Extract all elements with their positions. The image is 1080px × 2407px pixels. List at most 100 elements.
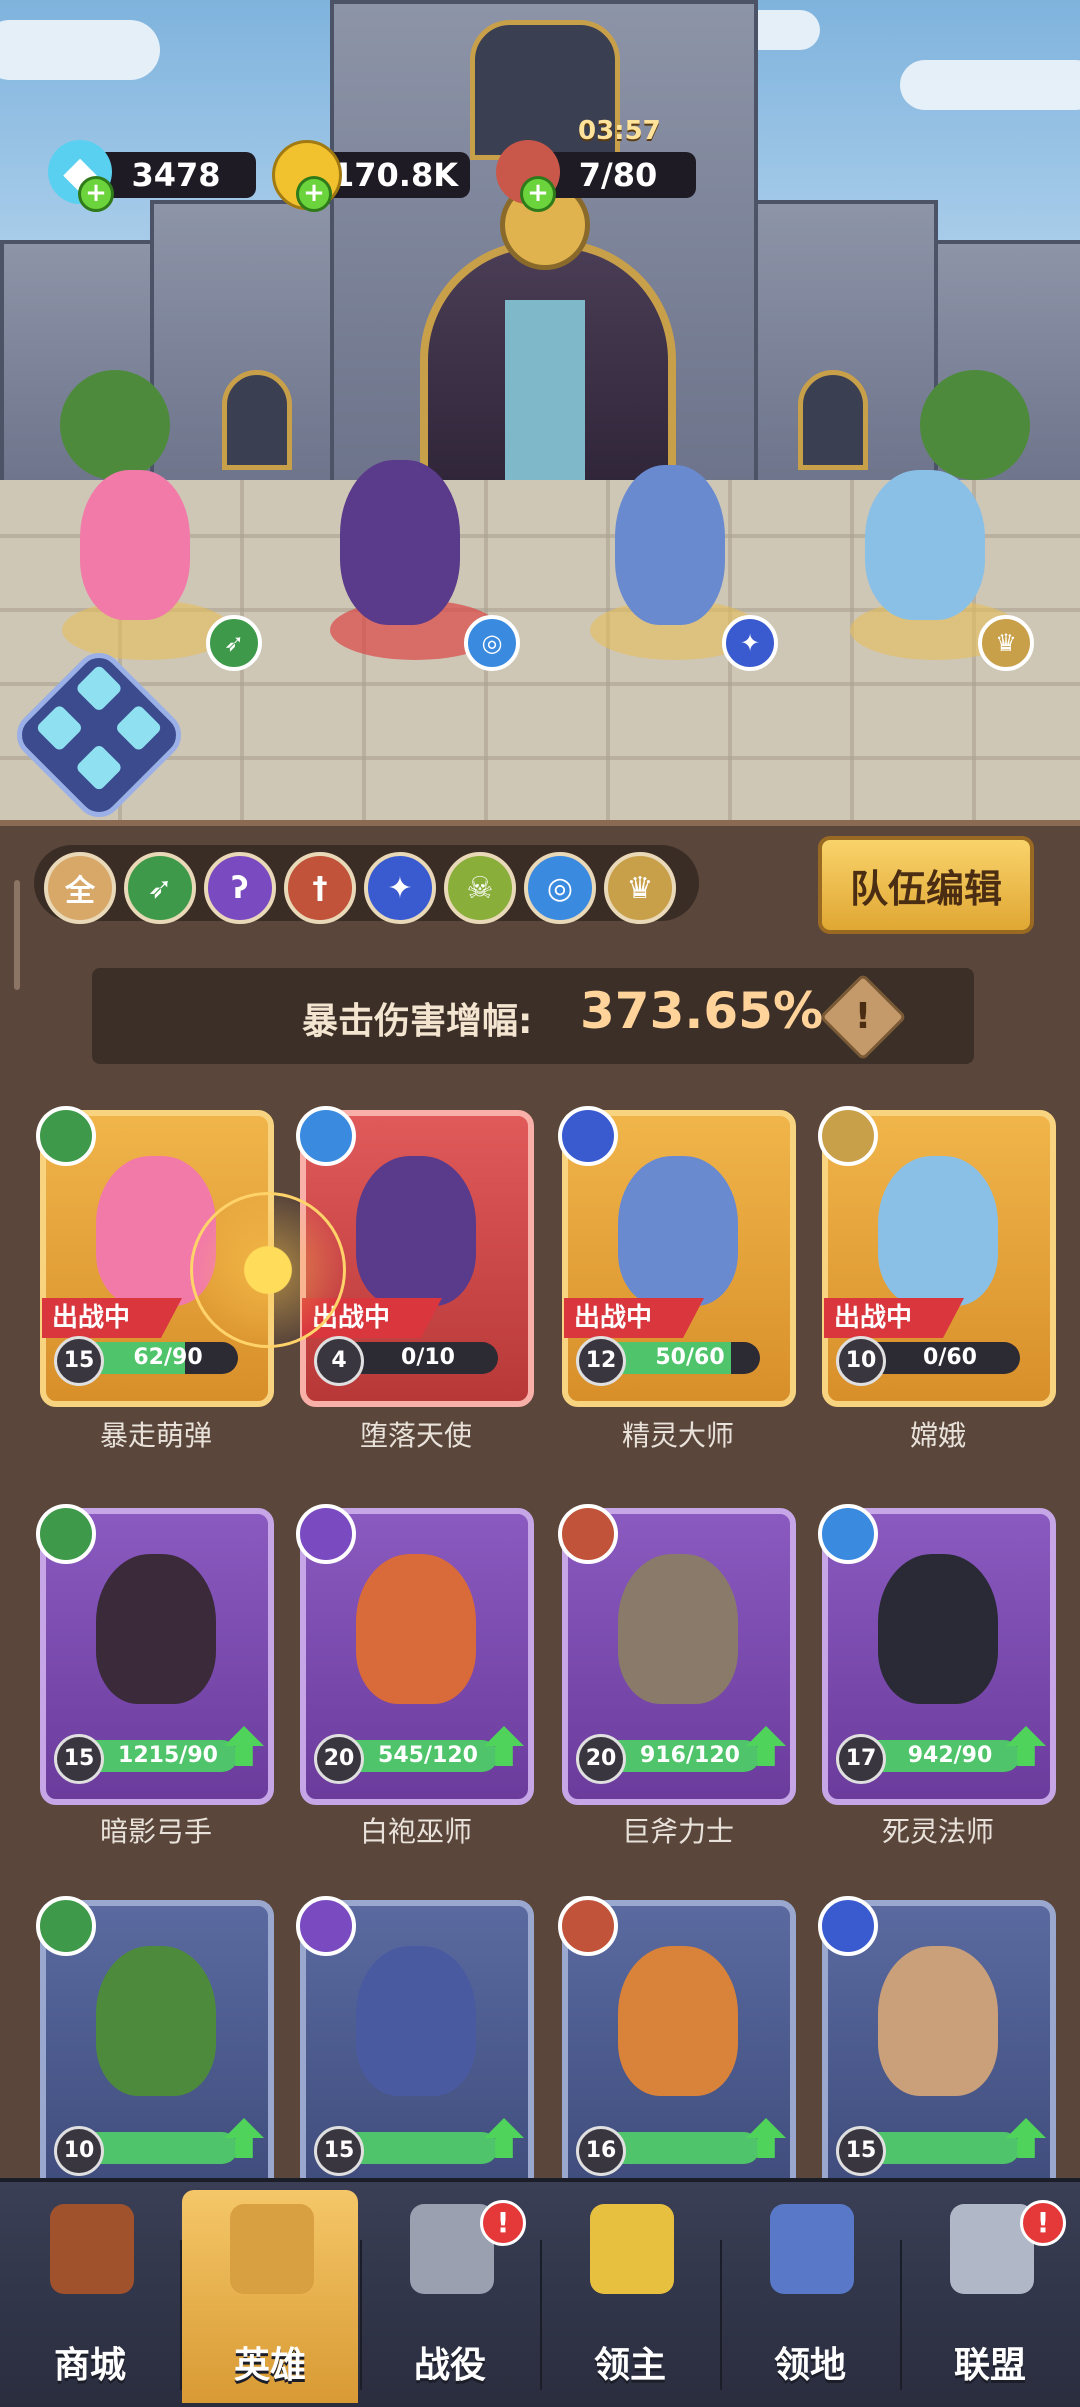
nav-item-castle[interactable]: 领地 [722,2190,898,2403]
nav-item-shop-chest[interactable]: 商城 [2,2190,178,2403]
nav-label: 战役 [413,2345,486,2386]
hero-portrait [878,1946,998,2096]
hero-stage-figure[interactable] [865,470,985,620]
hero-card[interactable]: 942/90 17 [818,1504,1056,1805]
nav-item-lord-crown[interactable]: 领主 [542,2190,718,2403]
hero-card[interactable]: 1215/90 15 [36,1504,274,1805]
filter-staff-icon[interactable]: ʔ [204,852,276,924]
crit-bonus-value: 373.65% [580,982,824,1040]
hero-stage-figure[interactable] [340,460,460,625]
filter-skull-icon[interactable]: ☠ [444,852,516,924]
paw-icon: ✦ [722,615,778,671]
add-gems-button[interactable]: + [78,176,114,212]
hero-cards-icon [230,2204,314,2294]
stamina-value: 7/80 [578,156,658,194]
filter-paw-icon[interactable]: ✦ [364,852,436,924]
hero-name: 暗影弓手 [99,1815,212,1848]
hero-level-badge: 17 [836,1734,886,1784]
team-edit-button[interactable]: 队伍编辑 [818,836,1034,934]
hero-level-badge: 20 [314,1734,364,1784]
hero-portrait [96,1946,216,2096]
hero-portrait [618,1946,738,2096]
nav-item-knight-helmet[interactable]: 联盟! [902,2190,1078,2403]
hero-name: 白袍巫师 [359,1815,472,1848]
paw-icon [818,1896,878,1956]
filter-crown-icon[interactable]: ♛ [604,852,676,924]
hero-card[interactable]: 15 [818,1896,1056,2197]
nav-label: 商城 [53,2345,126,2386]
nav-divider [360,2240,362,2390]
nav-item-hero-cards[interactable]: 英雄 [182,2190,358,2403]
hero-stage-figure[interactable] [80,470,190,620]
info-mark: ! [854,996,872,1037]
deployed-tag: 出战中 [824,1298,964,1338]
filter-swirl-icon[interactable]: ◎ [524,852,596,924]
hero-level-badge: 15 [836,2126,886,2176]
shop-chest-icon [50,2204,134,2294]
hero-card[interactable]: 10 [36,1896,274,2197]
gold-counter: 170.8K [320,152,470,198]
hero-level-badge: 10 [54,2126,104,2176]
hero-level-badge: 12 [576,1336,626,1386]
sword-icon [558,1896,618,1956]
hero-portrait [356,1946,476,2096]
add-gold-button[interactable]: + [296,176,332,212]
scrollbar[interactable] [14,880,20,990]
gold-value: 170.8K [331,156,458,194]
nav-item-crossed-swords[interactable]: 战役! [362,2190,538,2403]
castle-window [798,370,868,470]
hero-portrait [618,1156,738,1306]
bow-icon: ➶ [206,615,262,671]
staff-icon [296,1504,356,1564]
tap-indicator [190,1192,346,1348]
hero-name: 巨斧力士 [621,1815,734,1848]
hero-card[interactable]: 出战中 0/60 10 [818,1106,1056,1407]
bow-icon [36,1896,96,1956]
swirl-icon [818,1504,878,1564]
gate-opening [505,300,585,500]
hero-card[interactable]: 出战中 50/60 12 [558,1106,796,1407]
hero-portrait [878,1554,998,1704]
crown-icon [818,1106,878,1166]
hero-card[interactable]: 545/120 20 [296,1504,534,1805]
hero-level-badge: 15 [54,1734,104,1784]
hero-level-badge: 10 [836,1336,886,1386]
cloud [0,20,160,80]
hero-level-badge: 20 [576,1734,626,1784]
hero-name: 暴走萌弹 [99,1419,212,1452]
hero-card[interactable]: 916/120 20 [558,1504,796,1805]
nav-label: 联盟 [953,2345,1026,2386]
castle-icon [770,2204,854,2294]
nav-label: 英雄 [233,2345,306,2386]
nav-divider [720,2240,722,2390]
deployed-tag: 出战中 [564,1298,704,1338]
hero-name: 堕落天使 [359,1419,472,1452]
hero-portrait [356,1554,476,1704]
bush [920,370,1030,480]
filter-sword-icon[interactable]: † [284,852,356,924]
hero-level-badge: 15 [54,1336,104,1386]
bow-icon [36,1106,96,1166]
crit-bonus-label: 暴击伤害增幅: [302,1001,533,1042]
dpad-tile [114,703,163,752]
hero-stage-figure[interactable] [615,465,725,625]
cloud [900,60,1080,110]
filter-bow-icon[interactable]: ➶ [124,852,196,924]
add-stamina-button[interactable]: + [520,176,556,212]
castle-window [222,370,292,470]
hero-card[interactable]: 15 [296,1896,534,2197]
nav-divider [900,2240,902,2390]
hero-name: 精灵大师 [621,1419,734,1452]
hero-level-badge: 16 [576,2126,626,2176]
gems-value: 3478 [131,156,221,194]
hero-name: 嫦娥 [909,1419,966,1452]
filter-all-filter[interactable]: 全 [44,852,116,924]
stamina-counter: 7/80 [540,152,696,198]
swirl-icon [296,1106,356,1166]
hero-card[interactable]: 16 [558,1896,796,2197]
hero-level-badge: 4 [314,1336,364,1386]
bush [60,370,170,480]
dpad-tile [74,664,124,713]
paw-icon [558,1106,618,1166]
staff-icon [296,1896,356,1956]
